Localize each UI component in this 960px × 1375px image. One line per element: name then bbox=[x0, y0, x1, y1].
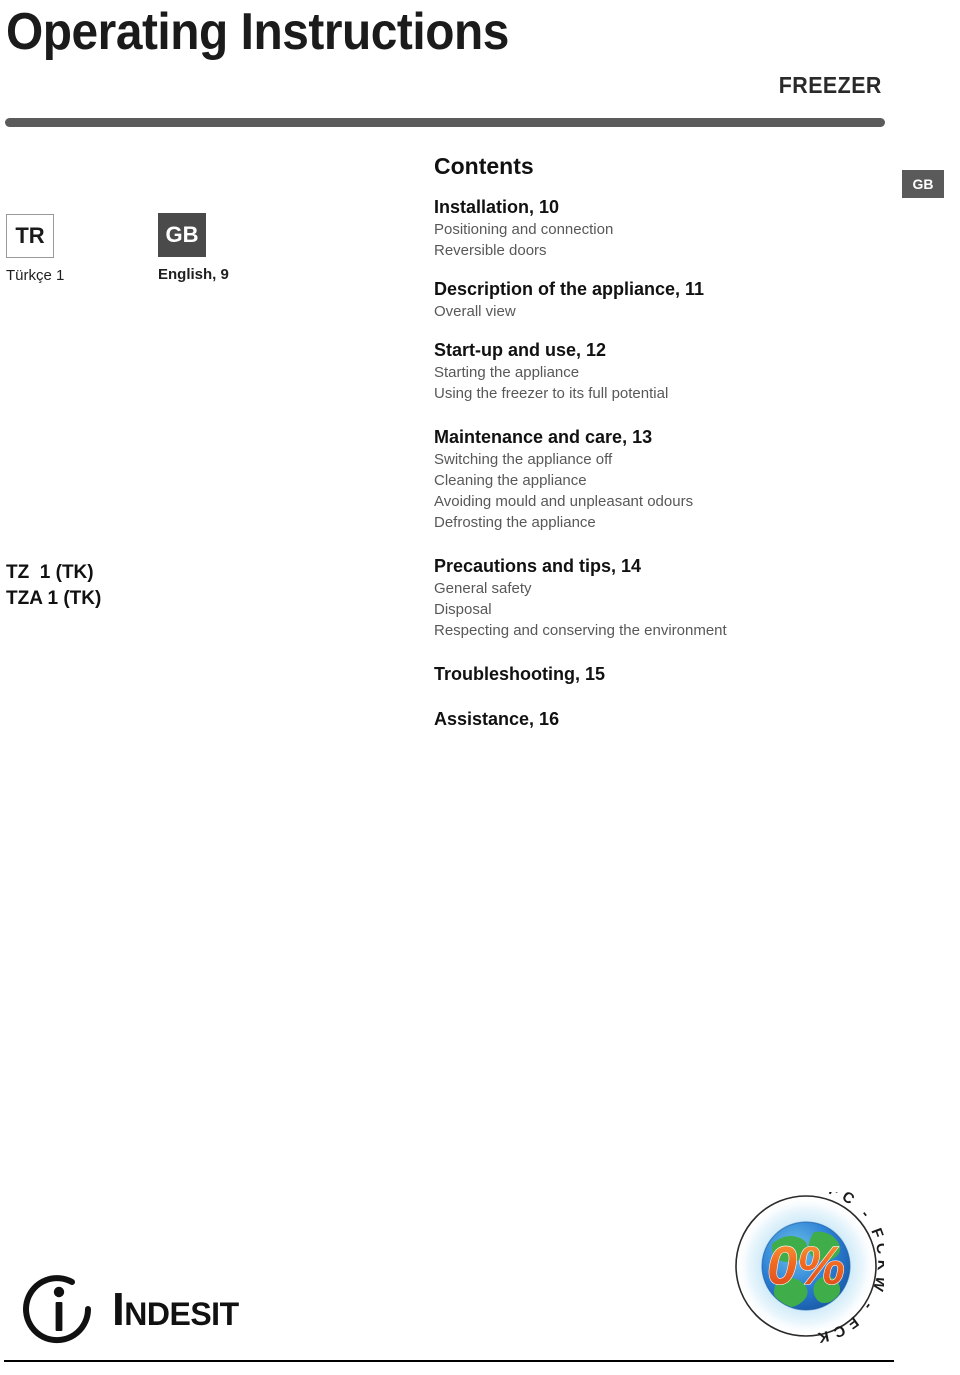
toc-sub-item: Overall view bbox=[434, 303, 516, 320]
eco-percent-label: 0% bbox=[767, 1236, 845, 1296]
toc-section-title[interactable]: Troubleshooting, 15 bbox=[434, 663, 854, 686]
toc-sub-item: Switching the appliance off bbox=[434, 451, 613, 468]
brand-wordmark: Indesit bbox=[112, 1283, 239, 1335]
eco-cfc-free-badge: 0% CFC - FCKW - FCK bbox=[735, 1192, 884, 1344]
page-title: Operating Instructions bbox=[6, 3, 509, 61]
brand-logo: Indesit bbox=[22, 1272, 239, 1346]
toc-sub-item: Reversible doors bbox=[434, 242, 547, 259]
toc-section-title[interactable]: Assistance, 16 bbox=[434, 708, 854, 731]
toc-sub-item: Avoiding mould and unpleasant odours bbox=[434, 493, 694, 510]
header-divider bbox=[5, 118, 885, 127]
toc-sub-item: General safety bbox=[434, 580, 532, 597]
toc-section: Description of the appliance, 11 Overall… bbox=[434, 278, 854, 322]
appliance-type-label: FREEZER bbox=[778, 72, 882, 98]
indesit-circle-i-icon bbox=[23, 1275, 92, 1344]
toc-sub-item: Using the freezer to its full potential bbox=[434, 385, 669, 402]
model-number-list: TZ 1 (TK) TZA 1 (TK) bbox=[6, 562, 102, 609]
language-block-gb: GB English, 9 bbox=[158, 213, 229, 283]
footer-divider bbox=[4, 1360, 894, 1362]
toc-section-title[interactable]: Installation, 10 bbox=[434, 196, 854, 219]
toc-section: Start-up and use, 12 Starting the applia… bbox=[434, 339, 854, 404]
language-caption-tr: Türkçe 1 bbox=[6, 267, 65, 284]
toc-section: Troubleshooting, 15 bbox=[434, 663, 854, 686]
toc-sub-item: Starting the appliance bbox=[434, 364, 580, 381]
toc-section-title[interactable]: Description of the appliance, 11 bbox=[434, 278, 854, 301]
toc-sub-item: Cleaning the appliance bbox=[434, 472, 587, 489]
toc-sub-item: Respecting and conserving the environmen… bbox=[434, 622, 727, 639]
toc-sub-item: Positioning and connection bbox=[434, 221, 614, 238]
contents-heading: Contents bbox=[434, 153, 534, 179]
toc-section: Assistance, 16 bbox=[434, 708, 854, 731]
language-block-tr: TR Türkçe 1 bbox=[6, 214, 64, 284]
toc-section-title[interactable]: Precautions and tips, 14 bbox=[434, 555, 854, 578]
toc-section-title[interactable]: Start-up and use, 12 bbox=[434, 339, 854, 362]
language-caption-gb: English, 9 bbox=[158, 266, 229, 283]
toc-section: Installation, 10 Positioning and connect… bbox=[434, 196, 854, 261]
language-badge-tr: TR bbox=[6, 214, 54, 258]
toc-section-title[interactable]: Maintenance and care, 13 bbox=[434, 426, 854, 449]
toc-sub-item: Defrosting the appliance bbox=[434, 514, 596, 531]
toc-section: Precautions and tips, 14 General safety … bbox=[434, 555, 854, 641]
toc-sub-item: Disposal bbox=[434, 601, 492, 618]
contents-panel: Contents Installation, 10 Positioning an… bbox=[434, 153, 854, 731]
toc-section: Maintenance and care, 13 Switching the a… bbox=[434, 426, 854, 533]
language-badge-gb: GB bbox=[158, 213, 206, 257]
section-edge-tab-gb: GB bbox=[902, 170, 944, 198]
